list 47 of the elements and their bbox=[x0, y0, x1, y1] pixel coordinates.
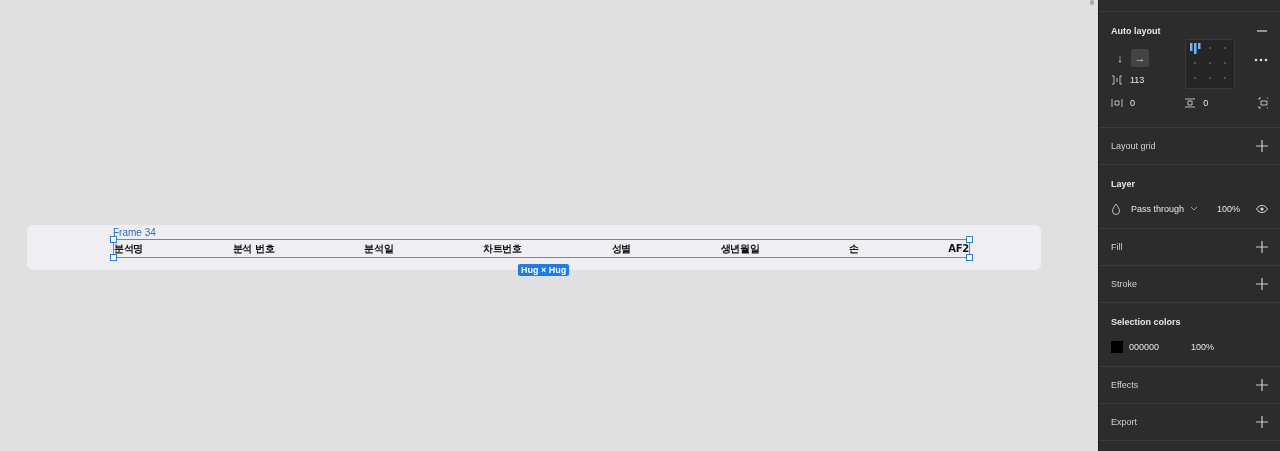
padding-value[interactable]: 0 bbox=[1203, 98, 1209, 108]
section-title: Selection colors bbox=[1111, 316, 1181, 327]
droplet-icon bbox=[1111, 203, 1121, 215]
plus-icon[interactable] bbox=[1256, 379, 1268, 391]
padding-value[interactable]: 0 bbox=[1130, 98, 1135, 108]
resize-handle[interactable] bbox=[110, 236, 117, 243]
chevron-down-icon[interactable] bbox=[1190, 206, 1199, 212]
size-badge: Hug × Hug bbox=[518, 264, 570, 276]
plus-icon[interactable] bbox=[1256, 416, 1268, 428]
alignment-grid[interactable] bbox=[1184, 39, 1235, 89]
color-opacity[interactable]: 100% bbox=[1191, 342, 1215, 352]
resize-handle[interactable] bbox=[966, 254, 973, 261]
plus-icon[interactable] bbox=[1256, 241, 1268, 253]
section-title: Export bbox=[1111, 417, 1137, 427]
section-title: Layer bbox=[1111, 178, 1136, 189]
direction-button[interactable]: ↓ bbox=[1111, 49, 1129, 67]
color-hex[interactable]: 000000 bbox=[1129, 342, 1185, 352]
plus-icon[interactable] bbox=[1256, 278, 1268, 290]
more-icon[interactable] bbox=[1254, 58, 1268, 62]
frame-name-label[interactable]: Frame 34 bbox=[113, 227, 156, 238]
resize-handle[interactable] bbox=[966, 236, 973, 243]
header-text: 분석 번호 bbox=[232, 241, 275, 256]
header-text: 생년월일 bbox=[720, 241, 760, 256]
section-title: Auto layout bbox=[1111, 26, 1161, 36]
blend-mode-dropdown[interactable]: Pass through bbox=[1131, 204, 1185, 214]
direction-button[interactable]: → bbox=[1131, 49, 1149, 67]
section-title: Layout grid bbox=[1111, 141, 1156, 151]
header-text: 분석일 bbox=[364, 241, 394, 256]
scrollbar[interactable] bbox=[1090, 0, 1094, 5]
header-text: 분석명 bbox=[114, 241, 144, 256]
spacing-icon bbox=[1111, 75, 1123, 85]
section-title: Fill bbox=[1111, 242, 1123, 252]
opacity-value[interactable]: 100% bbox=[1216, 204, 1240, 214]
section-title: Stroke bbox=[1111, 279, 1137, 289]
header-text: 성별 bbox=[611, 241, 631, 256]
header-text: AF2 bbox=[948, 243, 969, 254]
vertical-padding-icon bbox=[1184, 98, 1197, 108]
header-text: 차트번호 bbox=[483, 241, 522, 256]
section-title: Effects bbox=[1111, 380, 1139, 390]
gap-value[interactable]: 113 bbox=[1130, 75, 1145, 85]
header-text: 손 bbox=[849, 241, 859, 256]
resize-handle[interactable] bbox=[110, 254, 117, 261]
color-swatch[interactable] bbox=[1111, 341, 1123, 353]
individual-padding-icon[interactable] bbox=[1257, 97, 1268, 109]
plus-icon[interactable] bbox=[1256, 140, 1268, 152]
eye-icon[interactable] bbox=[1256, 205, 1268, 213]
horizontal-padding-icon bbox=[1111, 98, 1123, 108]
